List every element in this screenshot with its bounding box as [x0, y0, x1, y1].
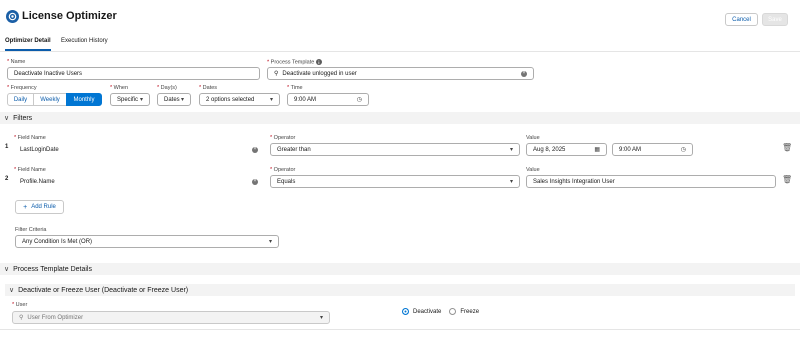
divider — [0, 329, 800, 330]
field-name-value: LastLoginDate — [20, 146, 59, 153]
time-value: 9:00 AM — [294, 96, 317, 103]
chevron-down-icon: ▾ — [509, 179, 513, 185]
chevron-down-icon: ▾ — [319, 315, 323, 321]
date-input[interactable]: Aug 8, 2025 ▦ — [526, 143, 607, 156]
frequency-label: * Frequency — [7, 85, 37, 91]
when-value: Specific — [117, 96, 139, 103]
dates-value: 2 options selected — [206, 96, 255, 103]
trash-icon[interactable]: 🗑 — [782, 175, 792, 184]
field-name-label: * Field Name — [14, 167, 46, 173]
user-value: User From Optimizer — [27, 314, 84, 321]
value-label: Value — [526, 135, 540, 141]
time-input[interactable]: 9:00 AM ◷ — [287, 93, 369, 106]
days-select[interactable]: Dates ▾ — [157, 93, 191, 106]
time-input[interactable]: 9:00 AM ◷ — [612, 143, 693, 156]
field-name-input[interactable]: LastLoginDate × — [14, 143, 264, 156]
save-button[interactable]: Save — [762, 13, 788, 26]
filter-criteria-value: Any Condition Is Met (OR) — [22, 238, 93, 245]
chevron-down-icon: ▾ — [268, 239, 272, 245]
search-icon: ⚲ — [19, 315, 24, 321]
name-label: * Name — [7, 59, 26, 65]
field-name-label: * Field Name — [14, 135, 46, 141]
plus-icon: + — [23, 203, 28, 211]
date-value: Aug 8, 2025 — [533, 146, 566, 153]
clear-icon[interactable]: × — [521, 70, 527, 77]
clear-icon[interactable]: × — [252, 178, 258, 185]
process-template-value: Deactivate unlogged in user — [282, 70, 357, 77]
filter-criteria-select[interactable]: Any Condition Is Met (OR) ▾ — [15, 235, 279, 248]
deactivate-radio[interactable] — [402, 308, 409, 315]
value-input[interactable]: Sales Insights Integration User — [526, 175, 776, 188]
field-name-value: Profile.Name — [20, 178, 55, 185]
clear-icon[interactable]: × — [252, 146, 258, 153]
user-label: * User — [12, 302, 28, 308]
value-label: Value — [526, 167, 540, 173]
chevron-section-icon: ∨ — [4, 266, 10, 273]
chevron-section-icon: ∨ — [9, 287, 15, 294]
chevron-down-icon: ▾ — [509, 147, 513, 153]
process-details-title: Process Template Details — [13, 265, 92, 273]
process-details-section-header[interactable]: ∨ Process Template Details — [0, 263, 800, 275]
operator-value: Equals — [277, 178, 296, 185]
freeze-radio-label: Freeze — [460, 308, 480, 315]
filters-title: Filters — [13, 114, 33, 122]
filter-row-number: 1 — [5, 144, 9, 150]
chevron-section-icon: ∨ — [4, 115, 10, 122]
clock-icon[interactable]: ◷ — [357, 96, 362, 103]
deactivate-radio-label: Deactivate — [413, 308, 442, 315]
app-logo-icon — [6, 10, 19, 23]
process-template-label: * Process Template i — [267, 59, 322, 66]
chevron-down-icon: ▾ — [180, 97, 184, 103]
name-input[interactable]: Deactivate Inactive Users — [7, 67, 260, 80]
page-title: License Optimizer — [22, 10, 117, 22]
field-name-input[interactable]: Profile.Name × — [14, 175, 264, 188]
deactivate-freeze-subsection-header[interactable]: ∨ Deactivate or Freeze User (Deactivate o… — [5, 284, 795, 296]
clock-icon[interactable]: ◷ — [681, 146, 686, 153]
when-label: * When — [110, 85, 129, 91]
operator-select[interactable]: Equals ▾ — [270, 175, 520, 188]
cancel-button[interactable]: Cancel — [725, 13, 758, 26]
tab-optimizer-detail[interactable]: Optimizer Detail — [5, 38, 51, 51]
trash-icon[interactable]: 🗑 — [782, 143, 792, 152]
user-select[interactable]: ⚲ User From Optimizer ▾ — [12, 311, 330, 324]
frequency-daily[interactable]: Daily — [7, 93, 34, 106]
dates-select[interactable]: 2 options selected ▾ — [199, 93, 280, 106]
action-radio-group: Deactivate Freeze — [402, 308, 479, 315]
page-header: License Optimizer Cancel Save — [0, 0, 800, 36]
info-icon[interactable]: i — [315, 59, 322, 65]
days-value: Dates — [164, 96, 180, 103]
chevron-down-icon: ▾ — [139, 97, 143, 103]
add-rule-button[interactable]: + Add Rule — [15, 200, 64, 214]
filters-section-header[interactable]: ∨ Filters — [0, 112, 800, 124]
filter-criteria-label: Filter Criteria — [15, 227, 47, 233]
freeze-radio[interactable] — [449, 308, 457, 315]
frequency-monthly[interactable]: Monthly — [66, 93, 102, 106]
days-label: * Day(s) — [157, 85, 177, 91]
dates-label: * Dates — [199, 85, 218, 91]
chevron-down-icon: ▾ — [269, 97, 273, 103]
operator-label: * Operator — [270, 167, 296, 173]
frequency-toggle: Daily Weekly Monthly — [7, 93, 102, 106]
tab-bar — [0, 36, 800, 52]
process-template-input[interactable]: ⚲ Deactivate unlogged in user × — [267, 67, 534, 80]
operator-value: Greater than — [277, 146, 311, 153]
filter-row-number: 2 — [5, 176, 9, 182]
frequency-weekly[interactable]: Weekly — [33, 93, 67, 106]
subsection-title: Deactivate or Freeze User (Deactivate or… — [18, 286, 189, 294]
calendar-icon[interactable]: ▦ — [594, 146, 600, 153]
tab-execution-history[interactable]: Execution History — [61, 38, 108, 51]
operator-label: * Operator — [270, 135, 296, 141]
time-value: 9:00 AM — [619, 146, 642, 153]
operator-select[interactable]: Greater than ▾ — [270, 143, 520, 156]
search-icon: ⚲ — [274, 71, 279, 77]
time-label: * Time — [287, 85, 303, 91]
add-rule-label: Add Rule — [31, 204, 56, 210]
when-select[interactable]: Specific ▾ — [110, 93, 150, 106]
